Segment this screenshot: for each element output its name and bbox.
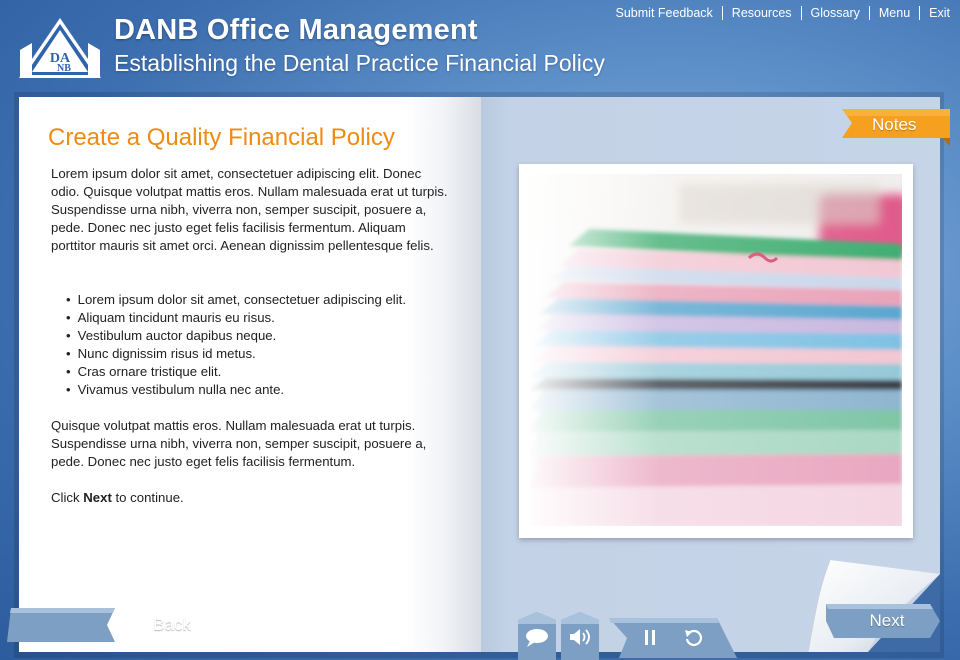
audio-button[interactable] bbox=[561, 612, 599, 660]
top-navigation: Submit Feedback Resources Glossary Menu … bbox=[607, 6, 950, 20]
app-title: DANB Office Management bbox=[114, 14, 478, 46]
list-item: Cras ornare tristique elit. bbox=[66, 363, 406, 381]
speaker-icon bbox=[561, 612, 599, 660]
app-subtitle: Establishing the Dental Practice Financi… bbox=[114, 50, 605, 76]
second-paragraph: Quisque volutpat mattis eros. Nullam mal… bbox=[51, 418, 427, 469]
next-button[interactable]: Next bbox=[826, 604, 940, 638]
continue-prefix: Click bbox=[51, 490, 84, 505]
menu-link[interactable]: Menu bbox=[868, 6, 919, 20]
bullet-list: Lorem ipsum dolor sit amet, consectetuer… bbox=[66, 291, 406, 399]
svg-text:NB: NB bbox=[57, 63, 71, 74]
playback-bar bbox=[609, 618, 737, 658]
notes-tab[interactable]: Notes bbox=[842, 108, 952, 146]
speech-bubble-icon bbox=[518, 612, 556, 660]
intro-paragraph: Lorem ipsum dolor sit amet, consectetuer… bbox=[51, 166, 448, 253]
page-heading: Create a Quality Financial Policy bbox=[48, 124, 395, 151]
playback-bar-shape bbox=[609, 618, 737, 658]
continue-instruction: Click Next to continue. bbox=[51, 489, 451, 507]
list-item: Vestibulum auctor dapibus neque. bbox=[66, 327, 406, 345]
continue-suffix: to continue. bbox=[111, 490, 184, 505]
list-item: Nunc dignissim risus id metus. bbox=[66, 345, 406, 363]
resources-link[interactable]: Resources bbox=[721, 6, 801, 20]
danb-logo: DA NB bbox=[19, 18, 101, 78]
continue-next-word: Next bbox=[83, 490, 112, 505]
next-label: Next bbox=[869, 611, 905, 630]
replay-icon bbox=[685, 629, 702, 646]
submit-feedback-link[interactable]: Submit Feedback bbox=[607, 6, 722, 20]
list-item: Lorem ipsum dolor sit amet, consectetuer… bbox=[66, 291, 406, 309]
comments-button[interactable] bbox=[518, 612, 556, 660]
pause-button[interactable] bbox=[640, 626, 660, 650]
pause-icon bbox=[645, 630, 655, 645]
notes-label: Notes bbox=[872, 115, 917, 134]
exit-link[interactable]: Exit bbox=[919, 6, 950, 20]
back-button[interactable]: Back bbox=[7, 608, 191, 642]
back-label: Back bbox=[153, 615, 191, 634]
photo-frame bbox=[519, 164, 913, 538]
list-item: Aliquam tincidunt mauris eu risus. bbox=[66, 309, 406, 327]
list-item: Vivamus vestibulum nulla nec ante. bbox=[66, 381, 406, 399]
replay-button[interactable] bbox=[682, 626, 706, 650]
glossary-link[interactable]: Glossary bbox=[800, 6, 869, 20]
file-folders-photo bbox=[529, 174, 902, 526]
back-button-shape bbox=[7, 608, 115, 642]
